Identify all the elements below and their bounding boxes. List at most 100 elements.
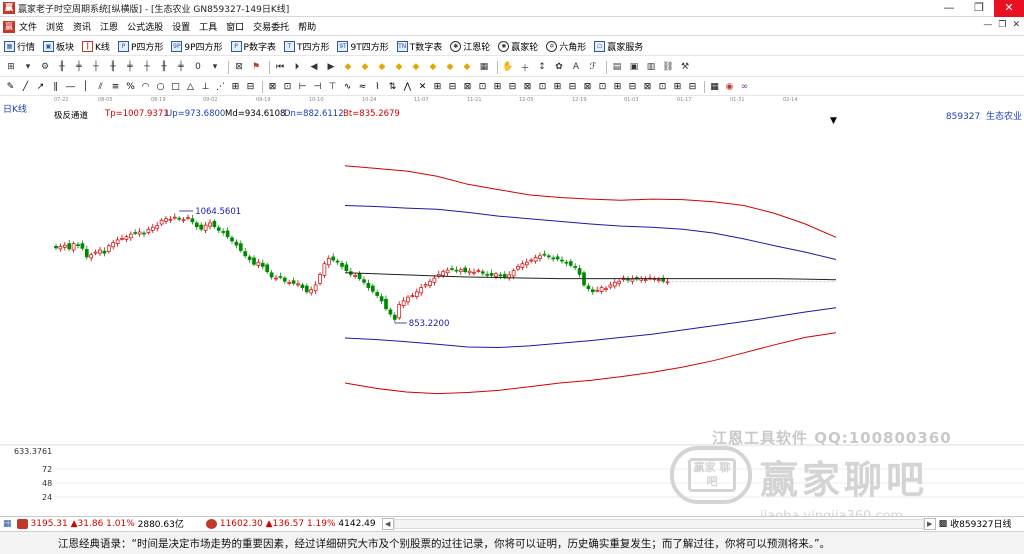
parallel-icon[interactable]: ∥ — [49, 81, 62, 93]
mdi-restore-button[interactable]: ❐ — [998, 20, 1006, 30]
time-icon[interactable]: ⊡ — [281, 81, 294, 93]
time2-icon[interactable]: ⊢ — [296, 81, 309, 93]
candle2-icon[interactable]: ╪ — [72, 61, 86, 74]
menu-help[interactable]: 帮助 — [298, 20, 316, 33]
wave-icon[interactable]: ∿ — [341, 81, 354, 93]
gann-fan-icon[interactable]: ⋰ — [214, 81, 227, 93]
vertical-icon[interactable]: │ — [79, 81, 92, 93]
toolbar-blocks-button[interactable]: ▣ 板块 — [43, 40, 74, 53]
scroll-right-button[interactable]: ▶ — [923, 517, 936, 530]
diamond4-icon[interactable]: ◆ — [392, 61, 406, 74]
toolbar-hexagon-button[interactable]: ✡ 六角形 — [546, 40, 586, 53]
toolbar-t-table-button[interactable]: TN T数字表 — [396, 40, 442, 53]
menu-formula[interactable]: 公式选股 — [127, 20, 163, 33]
save-icon[interactable]: ▣ — [627, 61, 641, 74]
box7-icon[interactable]: ⊟ — [506, 81, 519, 93]
box2-icon[interactable]: ⊞ — [431, 81, 444, 93]
diamond7-icon[interactable]: ◆ — [443, 61, 457, 74]
zigzag-icon[interactable]: ⋀ — [401, 81, 414, 93]
link-icon[interactable]: ⛓ — [661, 61, 675, 74]
pencil-icon[interactable]: ✎ — [4, 81, 17, 93]
horizontal-scrollbar[interactable] — [393, 518, 924, 529]
dropdown-icon[interactable]: ▾ — [21, 61, 35, 74]
flag-icon[interactable]: ⚑ — [249, 61, 263, 74]
candle6-icon[interactable]: ┼ — [140, 61, 154, 74]
candle7-icon[interactable]: ╫ — [157, 61, 171, 74]
close-button[interactable]: ✕ — [994, 0, 1024, 17]
menu-info[interactable]: 资讯 — [73, 20, 91, 33]
crosshair-icon[interactable]: ⊞ — [4, 61, 18, 74]
horizontal-icon[interactable]: ― — [64, 81, 77, 93]
menu-file[interactable]: 文件 — [19, 20, 37, 33]
restore-button[interactable]: ❐ — [964, 0, 994, 17]
arrow-up-icon[interactable]: ↕ — [535, 61, 549, 74]
box6-icon[interactable]: ⊞ — [491, 81, 504, 93]
candle-icon[interactable]: ╫ — [55, 61, 69, 74]
rect-icon[interactable]: □ — [169, 81, 182, 93]
zero-icon[interactable]: 0 — [191, 61, 205, 74]
box5-icon[interactable]: ⊡ — [476, 81, 489, 93]
time3-icon[interactable]: ⊣ — [311, 81, 324, 93]
circle-icon[interactable]: ○ — [154, 81, 167, 93]
scroll-left-button[interactable]: ◀ — [381, 517, 394, 530]
channel-icon[interactable]: ⫽ — [94, 81, 107, 93]
menu-settings[interactable]: 设置 — [172, 20, 190, 33]
arrows-icon[interactable]: ⇅ — [386, 81, 399, 93]
menu-tools[interactable]: 工具 — [199, 20, 217, 33]
box4-icon[interactable]: ⊠ — [461, 81, 474, 93]
first-icon[interactable]: ⏮ — [273, 61, 287, 74]
box13-icon[interactable]: ⊡ — [596, 81, 609, 93]
table-icon[interactable]: ▦ — [708, 81, 721, 93]
arc-icon[interactable]: ◠ — [139, 81, 152, 93]
minimize-button[interactable]: — — [934, 0, 964, 17]
ray-icon[interactable]: ↗ — [34, 81, 47, 93]
menu-trade[interactable]: 交易委托 — [253, 20, 289, 33]
hand-icon[interactable]: ✋ — [501, 61, 515, 74]
grid-tool-icon[interactable]: ▦ — [477, 61, 491, 74]
cross-icon[interactable]: ✕ — [416, 81, 429, 93]
time4-icon[interactable]: ⊤ — [326, 81, 339, 93]
toolbar-gann-wheel-button[interactable]: ✱ 江恩轮 — [450, 40, 490, 53]
toolbar-p-square-button[interactable]: P P四方形 — [117, 40, 163, 53]
box17-icon[interactable]: ⊡ — [656, 81, 669, 93]
tools-icon[interactable]: ⚒ — [678, 61, 692, 74]
triangle-icon[interactable]: △ — [184, 81, 197, 93]
window-icon[interactable]: ▥ — [644, 61, 658, 74]
box11-icon[interactable]: ⊟ — [566, 81, 579, 93]
candle5-icon[interactable]: ╪ — [123, 61, 137, 74]
play-icon[interactable]: ⏵ — [290, 61, 304, 74]
toolbar-9p-square-button[interactable]: 9P 9P四方形 — [171, 40, 223, 53]
dropdown2-icon[interactable]: ▾ — [208, 61, 222, 74]
toolbar-quotes-button[interactable]: ▦ 行情 — [4, 40, 35, 53]
gann-box-icon[interactable]: ⊟ — [244, 81, 257, 93]
calendar-icon[interactable]: ▤ — [610, 61, 624, 74]
calc-icon[interactable]: ⊠ — [232, 61, 246, 74]
menu-window[interactable]: 窗口 — [226, 20, 244, 33]
fan-icon[interactable]: ⚙ — [38, 61, 52, 74]
toolbar-p-table-button[interactable]: P P数字表 — [230, 40, 276, 53]
toolbar-t-square-button[interactable]: T T四方形 — [283, 40, 329, 53]
ruler-icon[interactable]: ⊠ — [266, 81, 279, 93]
mdi-minimize-button[interactable]: — — [983, 20, 992, 30]
diamond6-icon[interactable]: ◆ — [426, 61, 440, 74]
candle3-icon[interactable]: ┼ — [89, 61, 103, 74]
box15-icon[interactable]: ⊟ — [626, 81, 639, 93]
candle8-icon[interactable]: ╪ — [174, 61, 188, 74]
percent-icon[interactable]: % — [124, 81, 137, 93]
box16-icon[interactable]: ⊠ — [641, 81, 654, 93]
box9-icon[interactable]: ⊡ — [536, 81, 549, 93]
app-menu-icon[interactable]: 赢 — [3, 20, 15, 33]
toolbar-9t-square-button[interactable]: 9T 9T四方形 — [337, 40, 389, 53]
box3-icon[interactable]: ⊟ — [446, 81, 459, 93]
globe-icon[interactable]: ◉ — [723, 81, 736, 93]
line-icon[interactable]: ╱ — [19, 81, 32, 93]
diamond3-icon[interactable]: ◆ — [375, 61, 389, 74]
wave3-icon[interactable]: ⌇ — [371, 81, 384, 93]
cycle-icon[interactable]: ⊥ — [199, 81, 212, 93]
menu-gann[interactable]: 江恩 — [100, 20, 118, 33]
toolbar-kline-button[interactable]: ┃ K线 — [82, 40, 110, 53]
toolbar-service-button[interactable]: ☖ 赢家服务 — [594, 40, 643, 53]
fib-icon[interactable]: ≡ — [109, 81, 122, 93]
diamond-icon[interactable]: ◆ — [341, 61, 355, 74]
plus-icon[interactable]: ＋ — [518, 61, 532, 74]
